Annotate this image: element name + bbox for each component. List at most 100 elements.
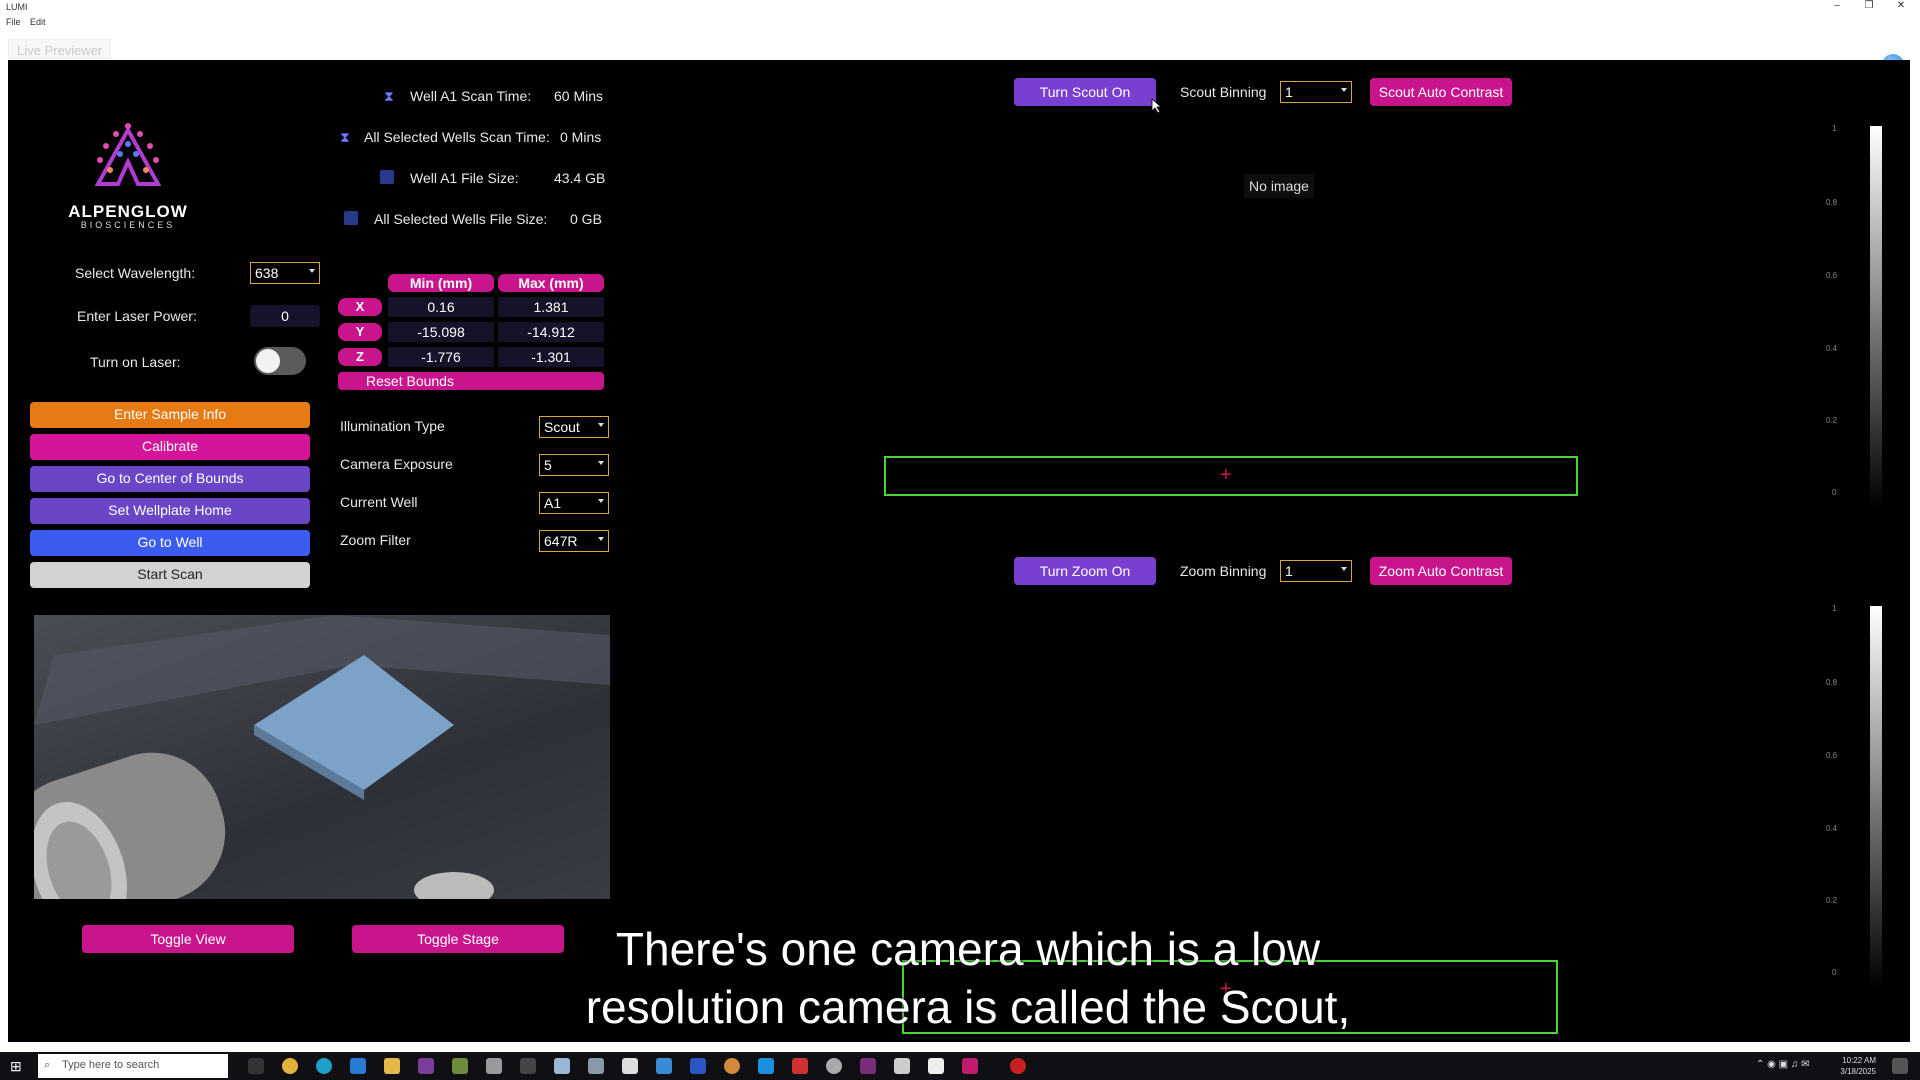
stat-label-3: Well A1 File Size: <box>410 170 519 186</box>
enter-sample-info-button[interactable]: Enter Sample Info <box>30 402 310 428</box>
disk-icon <box>344 211 358 225</box>
tab-bar: Live Previewer <box>0 30 1920 76</box>
app-icon[interactable] <box>452 1058 468 1074</box>
vscode-icon[interactable] <box>350 1058 366 1074</box>
reset-bounds-button[interactable]: Reset Bounds <box>338 372 482 390</box>
tray-icons[interactable]: ⌃ ◉ ▣ ♫ ✉ <box>1756 1059 1810 1070</box>
scale-tick: 0.6 <box>1826 271 1838 280</box>
windows-start-icon[interactable]: ⊞ <box>10 1058 22 1075</box>
calculator-icon[interactable] <box>894 1058 910 1074</box>
y-min-input[interactable]: -15.098 <box>388 322 494 342</box>
stat-value-1: 60 Mins <box>554 88 604 104</box>
scale-tick: 0.4 <box>1826 344 1838 353</box>
scout-contrast-scale[interactable]: 1 0.8 0.6 0.4 0.2 0 <box>1816 118 1886 520</box>
app-icon[interactable] <box>928 1058 944 1074</box>
illumination-select[interactable]: Scout <box>539 416 609 438</box>
lumi-app-icon[interactable] <box>962 1058 978 1074</box>
scale-tick: 0.8 <box>1826 678 1838 687</box>
min-header: Min (mm) <box>388 274 494 292</box>
app-icon[interactable] <box>792 1058 808 1074</box>
app-icon[interactable] <box>418 1058 434 1074</box>
app-icon[interactable] <box>758 1058 774 1074</box>
app-icon[interactable] <box>860 1058 876 1074</box>
laser-power-label: Enter Laser Power: <box>77 308 197 324</box>
menu-bar: File Edit <box>0 14 1920 28</box>
stage-3d-view[interactable] <box>34 615 610 899</box>
x-min-input[interactable]: 0.16 <box>388 297 494 317</box>
turn-zoom-on-button[interactable]: Turn Zoom On <box>1014 557 1156 585</box>
stat-label-2: All Selected Wells Scan Time: <box>364 129 550 145</box>
axis-z: Z <box>338 348 382 366</box>
current-well-value: A1 <box>544 495 562 511</box>
zoom-filter-select[interactable]: 647R <box>539 530 609 552</box>
laser-toggle-label: Turn on Laser: <box>90 354 181 370</box>
minimize-button[interactable]: – <box>1822 0 1852 11</box>
set-wellplate-home-button[interactable]: Set Wellplate Home <box>30 498 310 524</box>
scout-viewer[interactable]: No image + <box>628 118 1816 510</box>
zoom-binning-value: 1 <box>1285 563 1293 579</box>
taskbar-search-input[interactable]: Type here to search <box>38 1054 228 1078</box>
stat-value-3: 43.4 GB <box>554 170 606 186</box>
y-max-input[interactable]: -14.912 <box>498 322 604 342</box>
scout-auto-contrast-button[interactable]: Scout Auto Contrast <box>1370 78 1512 106</box>
close-button[interactable]: ✕ <box>1886 0 1916 11</box>
wavelength-select[interactable]: 638 <box>250 262 320 284</box>
laser-toggle[interactable] <box>254 347 306 375</box>
terminal-icon[interactable] <box>520 1058 536 1074</box>
title-bar: LUMI – ❐ ✕ <box>0 0 1920 14</box>
chevron-down-icon <box>598 537 604 541</box>
notepad-icon[interactable] <box>622 1058 638 1074</box>
app-icon[interactable] <box>826 1058 842 1074</box>
z-max-input[interactable]: -1.301 <box>498 347 604 367</box>
menu-file[interactable]: File <box>6 17 21 27</box>
notification-icon[interactable] <box>1892 1058 1908 1074</box>
cursor-icon <box>1151 98 1163 114</box>
blank-bounds-button[interactable] <box>474 372 604 390</box>
laser-power-input[interactable]: 0 <box>250 305 320 327</box>
scale-tick: 0.4 <box>1826 824 1838 833</box>
x-max-input[interactable]: 1.381 <box>498 297 604 317</box>
tab-live-previewer[interactable]: Live Previewer <box>8 39 112 59</box>
chevron-down-icon <box>598 499 604 503</box>
chrome-icon[interactable] <box>282 1058 298 1074</box>
app-icon[interactable] <box>486 1058 502 1074</box>
scout-binning-value: 1 <box>1285 84 1293 100</box>
menu-edit[interactable]: Edit <box>30 17 46 27</box>
scale-tick: 0.6 <box>1826 751 1838 760</box>
z-min-input[interactable]: -1.776 <box>388 347 494 367</box>
task-view-icon[interactable] <box>248 1058 264 1074</box>
zoom-auto-contrast-button[interactable]: Zoom Auto Contrast <box>1370 557 1512 585</box>
current-well-select[interactable]: A1 <box>539 492 609 514</box>
app-icon[interactable] <box>690 1058 706 1074</box>
go-to-center-button[interactable]: Go to Center of Bounds <box>30 466 310 492</box>
start-scan-button[interactable]: Start Scan <box>30 562 310 588</box>
scale-tick: 0.8 <box>1826 198 1838 207</box>
app-icon[interactable] <box>1010 1058 1026 1074</box>
file-explorer-icon[interactable] <box>384 1058 400 1074</box>
calibrate-button[interactable]: Calibrate <box>30 434 310 460</box>
restore-button[interactable]: ❐ <box>1854 0 1884 11</box>
scale-tick: 1 <box>1832 124 1837 133</box>
mail-icon[interactable] <box>656 1058 672 1074</box>
illumination-value: Scout <box>544 419 580 435</box>
exposure-select[interactable]: 5 <box>539 454 609 476</box>
turn-scout-on-button[interactable]: Turn Scout On <box>1014 78 1156 106</box>
zoom-binning-select[interactable]: 1 <box>1280 560 1352 582</box>
clock[interactable]: 10:22 AM 3/18/2025 <box>1840 1055 1876 1077</box>
app-icon[interactable] <box>554 1058 570 1074</box>
scale-tick: 0 <box>1832 968 1837 977</box>
chevron-down-icon <box>598 461 604 465</box>
go-to-well-button[interactable]: Go to Well <box>30 530 310 556</box>
zoom-binning-label: Zoom Binning <box>1180 563 1267 579</box>
app-icon[interactable] <box>724 1058 740 1074</box>
axis-y: Y <box>338 323 382 341</box>
crosshair-icon: + <box>1220 464 1232 486</box>
zoom-filter-label: Zoom Filter <box>340 532 411 548</box>
exposure-value: 5 <box>544 457 552 473</box>
zoom-contrast-scale[interactable]: 1 0.8 0.6 0.4 0.2 0 <box>1816 598 1886 1000</box>
app-icon[interactable] <box>588 1058 604 1074</box>
toggle-view-button[interactable]: Toggle View <box>82 925 294 953</box>
scout-binning-select[interactable]: 1 <box>1280 81 1352 103</box>
edge-icon[interactable] <box>316 1058 332 1074</box>
exposure-label: Camera Exposure <box>340 456 453 472</box>
